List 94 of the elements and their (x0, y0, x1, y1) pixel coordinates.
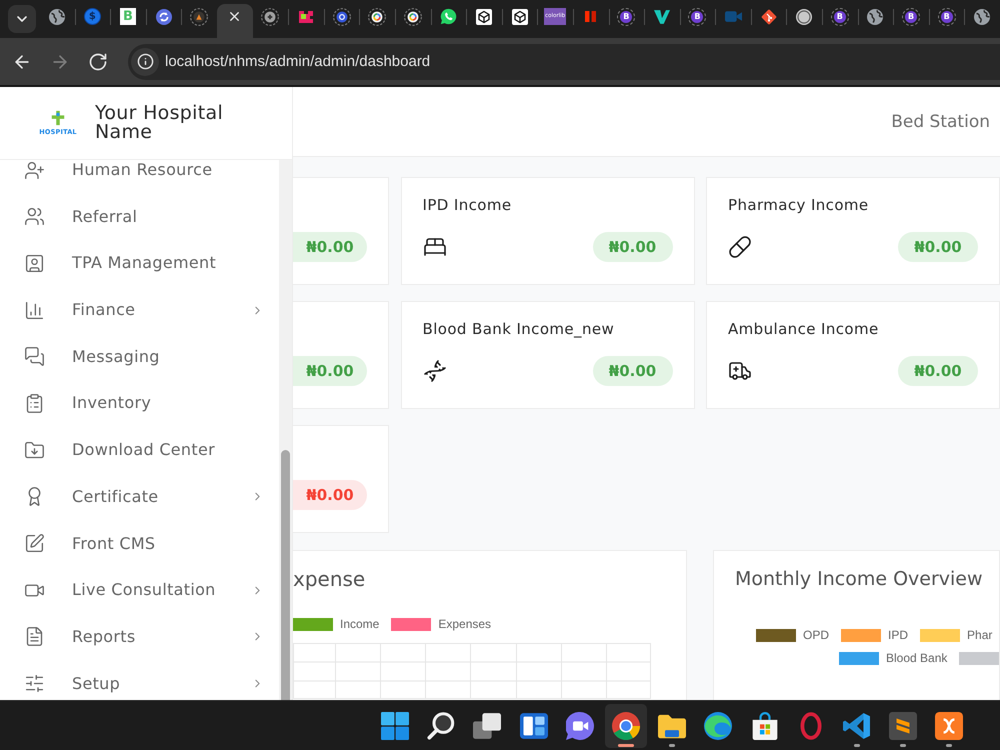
address-bar[interactable]: localhost/nhms/admin/admin/dashboard (128, 44, 1000, 80)
ring-logo-icon (261, 8, 280, 26)
browser-tab[interactable]: B (893, 4, 929, 38)
info-icon (136, 53, 154, 70)
amount-badge: ₦0.00 (898, 356, 978, 386)
amount-badge: ₦0.00 (898, 232, 978, 262)
card-title: Ambulance Income (728, 320, 880, 338)
cube-icon (476, 8, 492, 24)
tile-logo-icon (935, 712, 964, 740)
taskbar-button[interactable] (604, 704, 647, 748)
legend-label: Income (340, 617, 380, 631)
reload-icon (88, 52, 108, 72)
card-title: Blood Bank Income_new (422, 320, 616, 338)
browser-tab[interactable]: $ (74, 4, 110, 38)
shopping-bag-icon (750, 712, 778, 740)
sidebar-item[interactable]: Reports (0, 626, 279, 647)
amount-badge: ₦0.00 (293, 480, 367, 510)
dna-icon (422, 359, 446, 383)
browser-tab[interactable]: B (928, 4, 964, 38)
ring-logo-icon (190, 8, 208, 26)
globe-icon (974, 8, 990, 24)
globe-icon (48, 8, 65, 24)
folder-download-icon (24, 440, 45, 461)
site-info-button[interactable] (131, 48, 159, 76)
legend-label: OPD (803, 628, 830, 642)
sidebar-item[interactable]: Referral (0, 206, 279, 227)
scrollbar-thumb[interactable] (281, 450, 290, 700)
chat-camera-icon (566, 712, 594, 740)
sidebar-item[interactable]: Download Center (0, 440, 279, 460)
sidebar-item[interactable]: Front CMS (0, 534, 279, 554)
tab-search-button[interactable] (8, 5, 36, 33)
circle-logo-icon (796, 8, 812, 24)
sidebar-item[interactable]: Messaging (0, 346, 279, 367)
user-card-icon (24, 252, 45, 274)
document-icon (24, 626, 45, 648)
legend-label: Expenses (438, 617, 492, 631)
chat-bubbles-icon (24, 346, 45, 368)
overlapping-squares-icon (473, 712, 502, 740)
cross-logo-icon (49, 110, 67, 126)
sidebar-item[interactable]: Live Consultation (0, 580, 279, 600)
sidebar-item[interactable]: Finance (0, 300, 279, 320)
ribbon-logo-icon (842, 712, 871, 740)
pen-square-icon (24, 533, 45, 554)
browser-tab[interactable]: B (680, 4, 716, 38)
stripes-tile-icon (889, 712, 918, 740)
v-shape-icon (654, 10, 670, 24)
letter-ring-icon: B (617, 8, 636, 26)
grid-squares-icon (381, 712, 409, 740)
puzzle-icon (298, 8, 314, 24)
ring-logo-icon (368, 8, 386, 26)
chart-title: xpense (293, 566, 366, 592)
sidebar-item[interactable]: Human Resource (0, 160, 279, 180)
sync-icon (156, 8, 172, 24)
letter-ring-icon: B (688, 8, 706, 26)
card-title: Pharmacy Income (728, 196, 870, 214)
checklist-icon (24, 392, 45, 414)
sidebar-item[interactable]: Inventory (0, 393, 279, 414)
amount-badge: ₦0.00 (293, 232, 367, 262)
letter-tile-icon: B (120, 8, 136, 25)
cube-icon (512, 8, 528, 24)
hospital-name: Your Hospital Name (95, 104, 224, 142)
bars-icon (585, 11, 596, 22)
chart-title: Monthly Income Overview (735, 567, 984, 592)
legend-label: IPD (888, 628, 908, 642)
letter-ring-icon: B (830, 8, 849, 26)
pill-icon (728, 235, 752, 259)
letter-ring-icon: B (902, 8, 920, 26)
sidebar-item[interactable]: TPA Management (0, 253, 279, 274)
legend-label: Phar (967, 628, 992, 642)
legend-label: Blood Bank (886, 651, 948, 665)
ring-logo-icon (404, 8, 422, 26)
amount-badge: ₦0.00 (592, 232, 672, 262)
search-icon (427, 712, 456, 740)
sidebar-item[interactable]: Setup (0, 674, 279, 694)
ring-logo-icon (332, 8, 351, 26)
circle-logo-icon (612, 712, 640, 740)
chat-phone-icon (440, 8, 457, 25)
card-title: IPD Income (422, 196, 512, 214)
amount-badge: ₦0.00 (293, 356, 367, 386)
users-icon (24, 206, 45, 228)
browser-tab[interactable]: B (822, 4, 858, 38)
video-camera-icon (724, 10, 742, 23)
sidebar-item[interactable]: Certificate (0, 486, 279, 507)
letter-ring-icon: B (938, 8, 956, 26)
swirl-icon (704, 712, 732, 740)
sliders-icon (24, 673, 45, 694)
bed-station-link[interactable]: Bed Station (891, 112, 990, 132)
amount-badge: ₦0.00 (592, 356, 672, 386)
user-plus-icon (24, 160, 45, 180)
panel-icon (520, 712, 548, 740)
browser-tab[interactable]: B (608, 4, 644, 38)
bar-chart-icon (24, 300, 45, 321)
coin-icon: $ (84, 8, 101, 25)
globe-icon (867, 8, 884, 24)
